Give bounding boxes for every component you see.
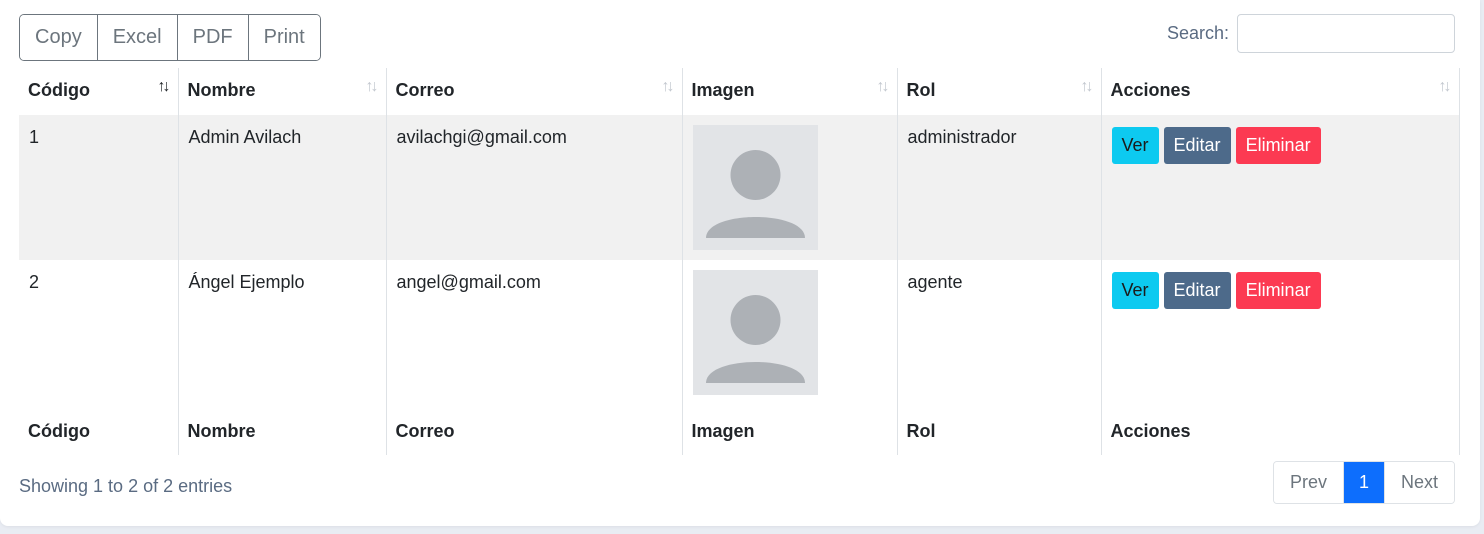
column-header-label: Rol (906, 80, 936, 100)
eliminar-button[interactable]: Eliminar (1235, 272, 1321, 309)
page-1-button[interactable]: 1 (1343, 462, 1384, 503)
column-header-acciones[interactable]: Acciones ↑↓ (1101, 68, 1460, 115)
column-header-label: Nombre (187, 80, 256, 100)
table-info: Showing 1 to 2 of 2 entries (19, 476, 233, 496)
users-table-card: Copy Excel PDF Print Search: Código ↑↓ No… (0, 0, 1480, 526)
editar-button[interactable]: Editar (1163, 272, 1231, 309)
sort-icon: ↑↓ (1438, 78, 1452, 95)
ver-button[interactable]: Ver (1111, 127, 1159, 164)
print-button[interactable]: Print (248, 15, 320, 60)
sort-icon: ↑↓ (661, 78, 675, 95)
column-header-correo[interactable]: Correo ↑↓ (386, 68, 683, 115)
search-label: Search: (1166, 23, 1229, 43)
footer-header-nombre: Nombre (178, 405, 387, 455)
footer-header-codigo: Código (19, 405, 179, 455)
next-page-button[interactable]: Next (1383, 462, 1454, 503)
column-header-rol[interactable]: Rol ↑↓ (897, 68, 1102, 115)
cell-codigo: 1 (19, 115, 179, 260)
pagination: Prev 1 Next (1272, 461, 1455, 504)
copy-button[interactable]: Copy (20, 15, 98, 60)
cell-correo: avilachgi@gmail.com (386, 115, 683, 260)
column-header-label: Código (28, 80, 90, 100)
export-button-group: Copy Excel PDF Print (19, 14, 321, 61)
cell-nombre: Ángel Ejemplo (178, 260, 387, 405)
column-header-nombre[interactable]: Nombre ↑↓ (178, 68, 387, 115)
sort-icon: ↑↓ (876, 78, 890, 95)
table-row: 2 Ángel Ejemplo angel@gmail.com agente V… (19, 260, 1460, 405)
user-avatar-icon (692, 270, 818, 395)
pdf-button[interactable]: PDF (177, 15, 249, 60)
table-row: 1 Admin Avilach avilachgi@gmail.com admi… (19, 115, 1460, 260)
column-header-label: Correo (395, 80, 455, 100)
footer-header-rol: Rol (897, 405, 1102, 455)
column-header-label: Acciones (1110, 80, 1191, 100)
users-table: Código ↑↓ Nombre ↑↓ Correo ↑↓ Imagen ↑↓ Rol ↑… (19, 68, 1460, 455)
cell-codigo: 2 (19, 260, 179, 405)
column-header-imagen[interactable]: Imagen ↑↓ (682, 68, 898, 115)
ver-button[interactable]: Ver (1111, 272, 1159, 309)
search-input[interactable] (1237, 14, 1455, 53)
cell-acciones: Ver Editar Eliminar (1101, 115, 1460, 260)
search-box: Search: (1167, 14, 1455, 53)
cell-imagen (682, 115, 898, 260)
footer-header-correo: Correo (386, 405, 683, 455)
column-header-codigo[interactable]: Código ↑↓ (19, 68, 179, 115)
cell-nombre: Admin Avilach (178, 115, 387, 260)
table-footer: Código Nombre Correo Imagen Rol Acciones (19, 405, 1460, 455)
cell-correo: angel@gmail.com (386, 260, 683, 405)
editar-button[interactable]: Editar (1163, 127, 1231, 164)
user-avatar-icon (692, 125, 818, 250)
cell-rol: agente (897, 260, 1102, 405)
eliminar-button[interactable]: Eliminar (1235, 127, 1321, 164)
excel-button[interactable]: Excel (97, 15, 178, 60)
column-header-label: Imagen (691, 80, 755, 100)
sort-icon: ↑↓ (365, 78, 379, 95)
cell-rol: administrador (897, 115, 1102, 260)
cell-imagen (682, 260, 898, 405)
sort-ascending-icon: ↑↓ (157, 78, 171, 95)
prev-page-button[interactable]: Prev (1273, 462, 1344, 503)
sort-icon: ↑↓ (1080, 78, 1094, 95)
table-header: Código ↑↓ Nombre ↑↓ Correo ↑↓ Imagen ↑↓ Rol ↑… (19, 68, 1460, 115)
footer-header-acciones: Acciones (1101, 405, 1460, 455)
footer-header-imagen: Imagen (682, 405, 898, 455)
cell-acciones: Ver Editar Eliminar (1101, 260, 1460, 405)
